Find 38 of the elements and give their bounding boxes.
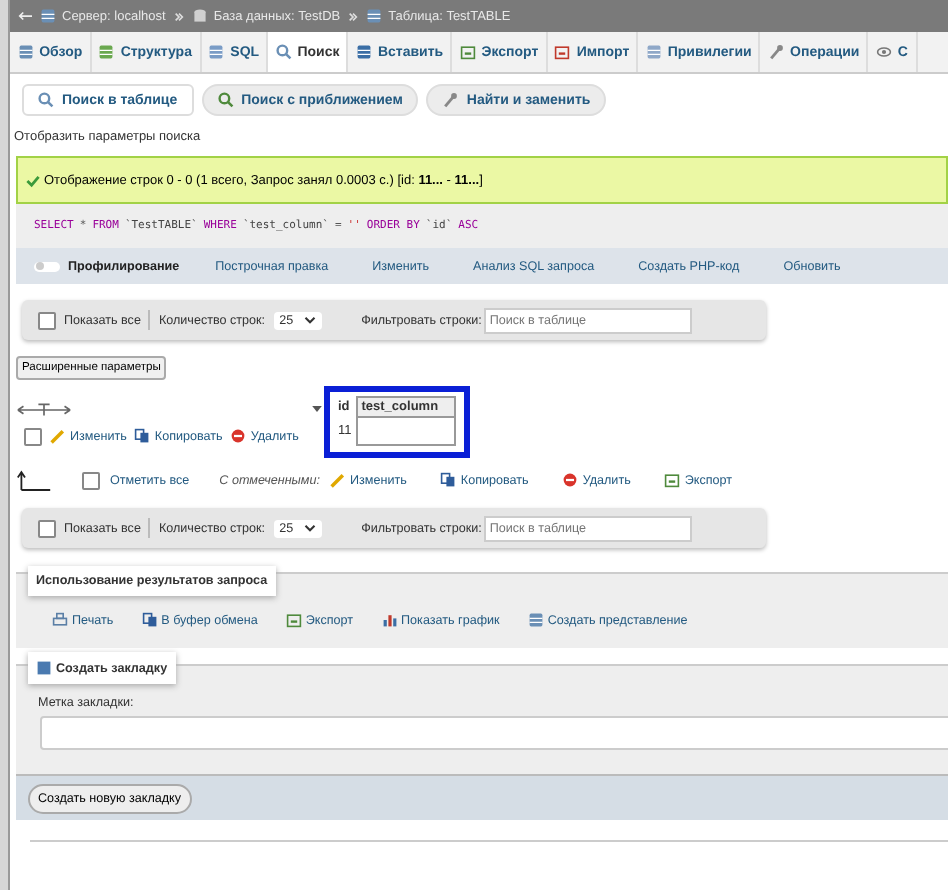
database-icon (191, 8, 208, 24)
delete-icon (230, 428, 247, 444)
document-icon (285, 612, 302, 628)
copy-icon (141, 612, 158, 628)
search-icon (38, 92, 54, 108)
checkbox[interactable] (82, 471, 100, 489)
bookmark-field[interactable] (40, 716, 948, 750)
printer-icon (52, 612, 68, 628)
copy-icon (134, 428, 151, 444)
bar-chart-icon (381, 612, 398, 628)
checkbox[interactable] (38, 311, 56, 329)
document-icon (664, 472, 681, 488)
document-icon (459, 44, 476, 60)
eye-icon (875, 44, 892, 60)
column-sort-icon[interactable] (16, 401, 72, 417)
row-checkbox[interactable] (24, 427, 42, 445)
wrench-icon (768, 44, 785, 60)
table-icon (527, 612, 544, 628)
wrench-icon (442, 92, 459, 108)
chevron-icon (173, 11, 184, 21)
chevron-icon (348, 11, 359, 21)
arrow-left-icon[interactable] (18, 10, 32, 22)
arrow-up-icon (16, 469, 52, 491)
dropdown-icon[interactable] (312, 406, 322, 412)
pencil-icon (330, 472, 346, 488)
copy-icon (440, 472, 457, 488)
toggle-switch[interactable] (34, 261, 60, 271)
pencil-icon (50, 428, 66, 444)
caret-icon (303, 524, 316, 532)
search-icon (275, 44, 292, 60)
checkbox[interactable] (38, 519, 56, 537)
table-icon (366, 8, 383, 24)
table-icon (17, 44, 34, 60)
check-icon (26, 173, 40, 187)
table-cell (356, 417, 455, 445)
delete-icon (562, 472, 579, 488)
caret-icon (303, 316, 316, 324)
search-icon (217, 92, 234, 108)
